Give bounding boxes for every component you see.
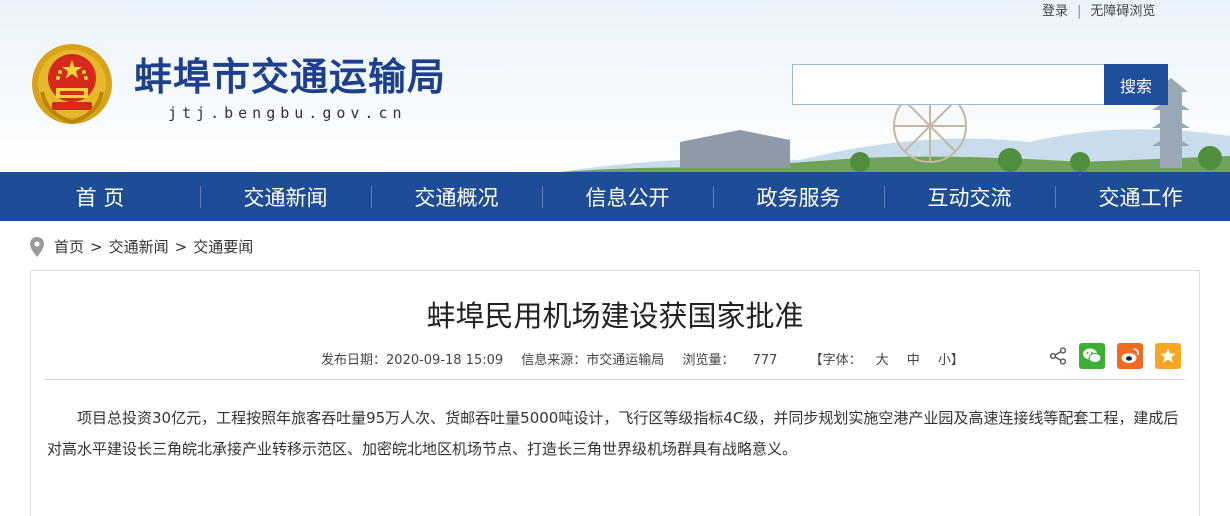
font-size-label: 【字体： (809, 353, 862, 368)
breadcrumb: 首页 > 交通新闻 > 交通要闻 (30, 236, 253, 257)
nav-item-transport-overview[interactable]: 交通概况 (371, 172, 542, 221)
main-nav: 首 页 交通新闻 交通概况 信息公开 政务服务 互动交流 交通工作 (0, 172, 1230, 221)
breadcrumb-transport-news[interactable]: 交通新闻 (109, 236, 169, 257)
breadcrumb-separator: > (90, 237, 103, 256)
font-size-large[interactable]: 大 (876, 353, 889, 368)
nav-item-home[interactable]: 首 页 (0, 172, 200, 221)
accessibility-link[interactable]: 无障碍浏览 (1090, 4, 1155, 19)
top-links-separator: | (1077, 4, 1082, 19)
weibo-icon[interactable] (1117, 343, 1143, 369)
favorite-star-icon[interactable] (1155, 343, 1181, 369)
nav-item-government-services[interactable]: 政务服务 (713, 172, 884, 221)
article-panel: 蚌埠民用机场建设获国家批准 发布日期：2020-09-18 15:09 信息来源… (30, 270, 1200, 516)
breadcrumb-home[interactable]: 首页 (54, 236, 84, 257)
view-count: 浏览量： 777 (682, 353, 791, 368)
login-link[interactable]: 登录 (1042, 4, 1068, 19)
nav-item-interaction[interactable]: 互动交流 (884, 172, 1055, 221)
article-body: 项目总投资30亿元，工程按照年旅客吞吐量95万人次、货邮吞吐量5000吨设计，飞… (47, 409, 1179, 458)
nav-item-information-disclosure[interactable]: 信息公开 (542, 172, 713, 221)
breadcrumb-key-news[interactable]: 交通要闻 (193, 236, 253, 257)
publish-date: 发布日期：2020-09-18 15:09 (321, 353, 504, 368)
article-title: 蚌埠民用机场建设获国家批准 (426, 299, 804, 333)
site-title: 蚌埠市交通运输局 (134, 55, 447, 99)
view-count-value: 777 (752, 353, 778, 368)
site-url: jtj.bengbu.gov.cn (168, 104, 407, 122)
wechat-icon[interactable] (1079, 343, 1105, 369)
info-source: 信息来源：市交通运输局 (521, 353, 665, 368)
top-links: 登录 | 无障碍浏览 (1042, 0, 1155, 19)
nav-item-transport-work[interactable]: 交通工作 (1055, 172, 1226, 221)
share-icon[interactable] (1049, 347, 1067, 365)
nav-item-transport-news[interactable]: 交通新闻 (200, 172, 371, 221)
font-size-medium[interactable]: 中 (907, 353, 920, 368)
search-input[interactable] (792, 64, 1104, 105)
national-emblem-logo (32, 44, 112, 125)
view-count-label: 浏览量： (682, 353, 735, 368)
search-button[interactable]: 搜索 (1104, 64, 1168, 105)
share-bar (1049, 343, 1181, 369)
meta-divider (45, 379, 1185, 380)
site-header: 登录 | 无障碍浏览 蚌埠市交通运输局 jtj.bengbu.gov.cn 搜索 (0, 0, 1230, 172)
breadcrumb-separator: > (174, 237, 188, 256)
font-size-controls: 【字体： 大 中 小】 (810, 353, 978, 368)
location-pin-icon (30, 236, 44, 257)
font-size-small[interactable]: 小】 (938, 353, 964, 368)
article-meta: 发布日期：2020-09-18 15:09 信息来源：市交通运输局 浏览量： 7… (321, 349, 992, 368)
